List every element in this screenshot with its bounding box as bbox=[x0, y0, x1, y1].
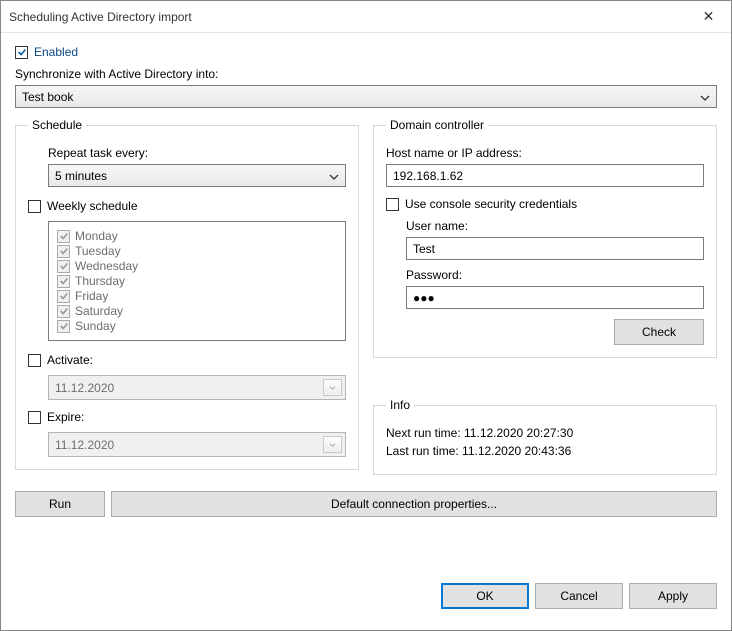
expire-label: Expire: bbox=[47, 410, 84, 424]
checkbox-icon bbox=[386, 198, 399, 211]
window-title: Scheduling Active Directory import bbox=[9, 10, 192, 24]
run-button[interactable]: Run bbox=[15, 491, 105, 517]
weekly-schedule-label: Weekly schedule bbox=[47, 199, 138, 213]
next-run-time: Next run time: 11.12.2020 20:27:30 bbox=[386, 426, 704, 440]
host-input[interactable] bbox=[386, 164, 704, 187]
info-legend: Info bbox=[386, 398, 414, 412]
close-button[interactable]: ✕ bbox=[686, 2, 731, 32]
content-area: Enabled Synchronize with Active Director… bbox=[1, 33, 731, 630]
calendar-picker-icon bbox=[323, 436, 342, 453]
activate-date-input[interactable]: 11.12.2020 bbox=[48, 375, 346, 400]
repeat-value: 5 minutes bbox=[55, 169, 107, 183]
list-item: Sunday bbox=[57, 319, 337, 333]
username-input[interactable] bbox=[406, 237, 704, 260]
enabled-checkbox[interactable]: Enabled bbox=[15, 45, 717, 59]
host-label: Host name or IP address: bbox=[386, 146, 704, 160]
ok-button[interactable]: OK bbox=[441, 583, 529, 609]
activate-date-value: 11.12.2020 bbox=[55, 381, 114, 395]
apply-button[interactable]: Apply bbox=[629, 583, 717, 609]
domain-controller-group: Domain controller Host name or IP addres… bbox=[373, 118, 717, 358]
checkbox-icon bbox=[57, 260, 70, 273]
last-run-time: Last run time: 11.12.2020 20:43:36 bbox=[386, 444, 704, 458]
expire-checkbox[interactable]: Expire: bbox=[28, 410, 346, 424]
list-item: Saturday bbox=[57, 304, 337, 318]
repeat-dropdown[interactable]: 5 minutes bbox=[48, 164, 346, 187]
info-group: Info Next run time: 11.12.2020 20:27:30 … bbox=[373, 398, 717, 475]
checkbox-icon bbox=[57, 320, 70, 333]
list-item: Monday bbox=[57, 229, 337, 243]
schedule-group: Schedule Repeat task every: 5 minutes We… bbox=[15, 118, 359, 470]
checkbox-icon bbox=[57, 245, 70, 258]
calendar-picker-icon bbox=[323, 379, 342, 396]
password-label: Password: bbox=[406, 268, 704, 282]
checkbox-icon bbox=[57, 230, 70, 243]
sync-target-value: Test book bbox=[22, 90, 73, 104]
list-item: Thursday bbox=[57, 274, 337, 288]
list-item: Wednesday bbox=[57, 259, 337, 273]
schedule-legend: Schedule bbox=[28, 118, 86, 132]
activate-label: Activate: bbox=[47, 353, 93, 367]
use-console-label: Use console security credentials bbox=[405, 197, 577, 211]
chevron-down-icon bbox=[329, 169, 339, 183]
list-item: Tuesday bbox=[57, 244, 337, 258]
activate-checkbox[interactable]: Activate: bbox=[28, 353, 346, 367]
checkbox-icon bbox=[28, 411, 41, 424]
check-button[interactable]: Check bbox=[614, 319, 704, 345]
list-item: Friday bbox=[57, 289, 337, 303]
checkbox-icon bbox=[57, 275, 70, 288]
sync-label: Synchronize with Active Directory into: bbox=[15, 67, 717, 81]
right-column: Domain controller Host name or IP addres… bbox=[373, 118, 717, 485]
enabled-label: Enabled bbox=[34, 45, 78, 59]
checkbox-icon bbox=[15, 46, 28, 59]
sync-target-dropdown[interactable]: Test book bbox=[15, 85, 717, 108]
close-icon: ✕ bbox=[703, 8, 715, 25]
weekdays-list: Monday Tuesday Wednesday Thursday Friday… bbox=[48, 221, 346, 341]
checkbox-icon bbox=[28, 354, 41, 367]
default-connection-properties-button[interactable]: Default connection properties... bbox=[111, 491, 717, 517]
use-console-credentials-checkbox[interactable]: Use console security credentials bbox=[386, 197, 704, 211]
chevron-down-icon bbox=[700, 90, 710, 104]
title-bar: Scheduling Active Directory import ✕ bbox=[1, 1, 731, 33]
expire-date-input[interactable]: 11.12.2020 bbox=[48, 432, 346, 457]
dc-legend: Domain controller bbox=[386, 118, 488, 132]
repeat-label: Repeat task every: bbox=[48, 146, 346, 160]
left-column: Schedule Repeat task every: 5 minutes We… bbox=[15, 118, 359, 485]
checkbox-icon bbox=[57, 290, 70, 303]
checkbox-icon bbox=[28, 200, 41, 213]
username-label: User name: bbox=[406, 219, 704, 233]
expire-date-value: 11.12.2020 bbox=[55, 438, 114, 452]
password-input[interactable] bbox=[406, 286, 704, 309]
dialog-window: Scheduling Active Directory import ✕ Ena… bbox=[0, 0, 732, 631]
dialog-footer: OK Cancel Apply bbox=[1, 572, 731, 620]
weekly-schedule-checkbox[interactable]: Weekly schedule bbox=[28, 199, 346, 213]
cancel-button[interactable]: Cancel bbox=[535, 583, 623, 609]
checkbox-icon bbox=[57, 305, 70, 318]
